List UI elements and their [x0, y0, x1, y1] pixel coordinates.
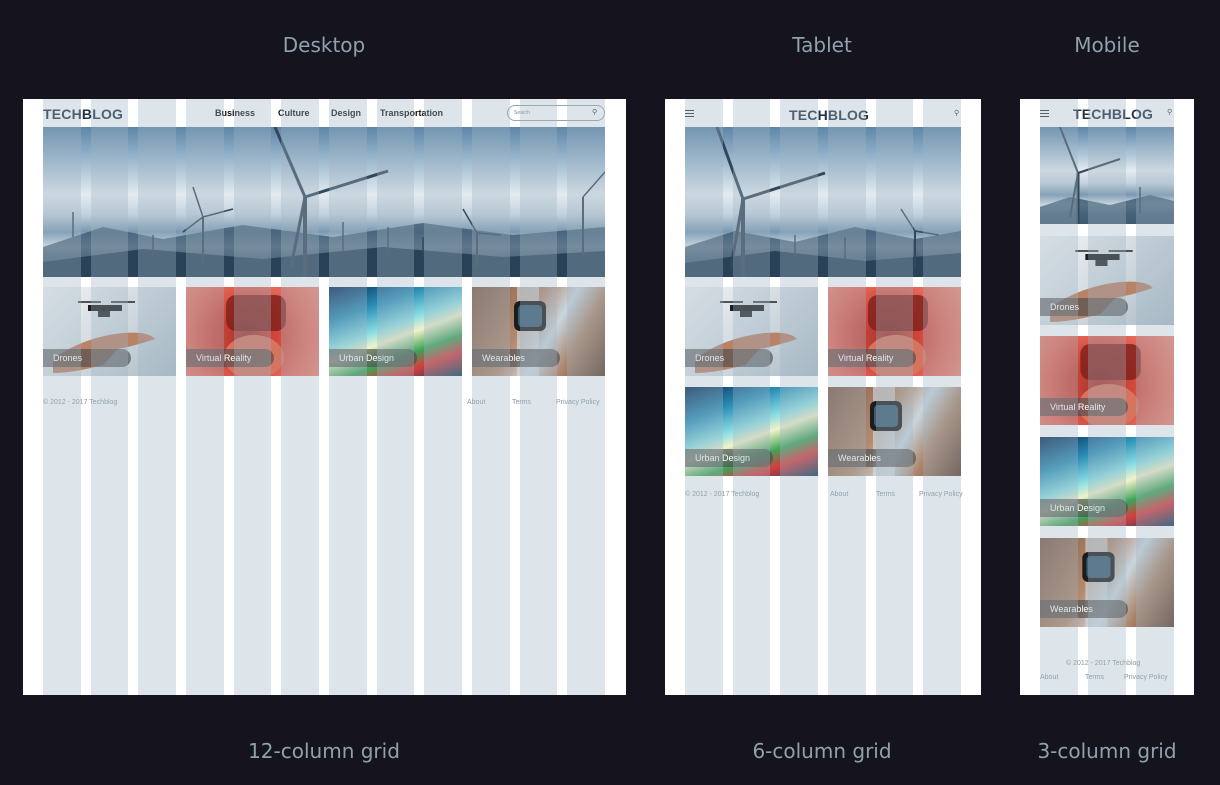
card-drones-label: Drones [685, 349, 773, 367]
card-virtual-reality-label: Virtual Reality [1040, 398, 1128, 416]
card-urban-design[interactable]: Urban Design [685, 387, 818, 476]
search-input[interactable]: Search [507, 105, 605, 121]
nav-transportation[interactable]: Transportation [380, 108, 443, 118]
card-wearables-label: Wearables [828, 449, 916, 467]
card-virtual-reality[interactable]: Virtual Reality [828, 287, 961, 376]
footer-about-link[interactable]: About [1040, 674, 1058, 681]
mobile-title: Mobile [1074, 33, 1140, 57]
search-icon[interactable]: ⚲ [592, 108, 597, 116]
footer-copyright: © 2012 - 2017 Techblog [685, 491, 760, 498]
card-urban-design-label: Urban Design [329, 349, 417, 367]
desktop-title: Desktop [282, 33, 366, 57]
site-logo: TECHBLOG [1073, 106, 1154, 122]
card-wearables[interactable]: Wearables [1040, 538, 1174, 627]
search-placeholder: Search [514, 110, 530, 116]
card-virtual-reality[interactable]: Virtual Reality [186, 287, 319, 376]
mobile-grid-caption: 3-column grid [1037, 739, 1177, 763]
hamburger-menu-icon[interactable] [1040, 110, 1049, 119]
card-drones[interactable]: Drones [685, 287, 818, 376]
card-virtual-reality[interactable]: Virtual Reality [1040, 336, 1174, 425]
hamburger-menu-icon[interactable] [685, 110, 694, 119]
card-urban-design-label: Urban Design [1040, 499, 1128, 517]
card-urban-design[interactable]: Urban Design [329, 287, 462, 376]
card-wearables[interactable]: Wearables [828, 387, 961, 476]
mobile-mockup: TECHBLOG ⚲ Drones Virtual Reality Urban … [1020, 99, 1194, 695]
nav-business[interactable]: Business [215, 108, 255, 118]
hero-image [685, 127, 961, 277]
tablet-grid-caption: 6-column grid [752, 739, 892, 763]
search-icon[interactable]: ⚲ [954, 109, 959, 117]
footer-terms-link[interactable]: Terms [512, 399, 531, 406]
footer-copyright: © 2012 - 2017 Techblog [43, 399, 118, 406]
desktop-grid-caption: 12-column grid [248, 739, 400, 763]
card-virtual-reality-label: Virtual Reality [186, 349, 274, 367]
footer-privacy-link[interactable]: Privacy Policy [1124, 674, 1168, 681]
nav-culture[interactable]: Culture [278, 108, 310, 118]
desktop-mockup: TECHBLOG Business Culture Design Transpo… [23, 99, 626, 695]
card-urban-design[interactable]: Urban Design [1040, 437, 1174, 526]
card-drones-label: Drones [43, 349, 131, 367]
hero-image [43, 127, 605, 277]
footer-about-link[interactable]: About [830, 491, 848, 498]
card-wearables[interactable]: Wearables [472, 287, 605, 376]
nav-design[interactable]: Design [331, 108, 361, 118]
footer-privacy-link[interactable]: Privacy Policy [556, 399, 600, 406]
footer-privacy-link[interactable]: Privacy Policy [919, 491, 963, 498]
footer-copyright: © 2012 - 2017 Techblog [1066, 660, 1141, 667]
footer-about-link[interactable]: About [467, 399, 485, 406]
card-virtual-reality-label: Virtual Reality [828, 349, 916, 367]
tablet-mockup: TECHBLOG ⚲ Drones Virtual Reality Urban … [665, 99, 981, 695]
search-icon[interactable]: ⚲ [1167, 108, 1172, 116]
card-wearables-label: Wearables [1040, 600, 1128, 618]
card-wearables-label: Wearables [472, 349, 560, 367]
card-urban-design-label: Urban Design [685, 449, 773, 467]
site-logo: TECHBLOG [789, 107, 870, 123]
hero-image [1040, 127, 1174, 224]
card-drones-label: Drones [1040, 298, 1128, 316]
card-drones[interactable]: Drones [1040, 236, 1174, 325]
site-logo: TECHBLOG [43, 106, 124, 122]
footer-terms-link[interactable]: Terms [1085, 674, 1104, 681]
footer-terms-link[interactable]: Terms [876, 491, 895, 498]
card-drones[interactable]: Drones [43, 287, 176, 376]
tablet-title: Tablet [792, 33, 852, 57]
